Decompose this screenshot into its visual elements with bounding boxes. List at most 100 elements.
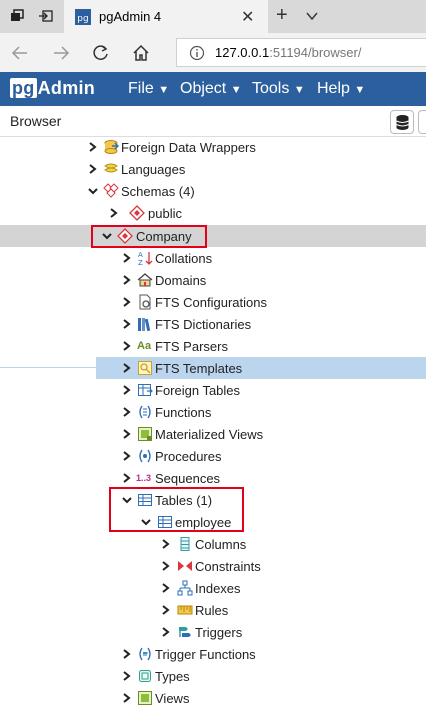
- tree-item-schemas[interactable]: Schemas (4): [0, 180, 426, 202]
- tree-item-constraints[interactable]: Constraints: [0, 555, 426, 577]
- tree-item-rules[interactable]: Rules: [0, 599, 426, 621]
- menu-file[interactable]: File ▼: [128, 80, 169, 98]
- tree-item-label: Views: [155, 691, 190, 706]
- caret-down-icon: ▼: [354, 84, 366, 96]
- tree-item-languages[interactable]: Languages: [0, 158, 426, 180]
- menu-object[interactable]: Object ▼: [180, 80, 242, 98]
- panel-next-button[interactable]: [418, 110, 426, 134]
- chevron-right-icon[interactable]: [121, 448, 133, 464]
- chevron-right-icon[interactable]: [121, 470, 133, 486]
- triggers-icon: [179, 627, 191, 637]
- object-browser-tree: Foreign Data Wrappers Languages Schemas …: [0, 136, 426, 706]
- menu-help-label: Help: [317, 80, 350, 97]
- chevron-right-icon[interactable]: [121, 382, 133, 398]
- schema-icon: [129, 205, 145, 221]
- forward-arrow-icon[interactable]: [51, 43, 71, 63]
- tab-actions-icon[interactable]: [9, 8, 25, 24]
- chevron-right-icon[interactable]: [87, 161, 99, 177]
- chevron-right-icon[interactable]: [160, 536, 172, 552]
- url-field[interactable]: 127.0.0.1:51194/browser/: [176, 38, 426, 67]
- columns-icon: [180, 537, 190, 551]
- tree-item-indexes[interactable]: Indexes: [0, 577, 426, 599]
- chevron-down-icon[interactable]: [87, 183, 99, 199]
- tab-title: pgAdmin 4: [99, 9, 162, 24]
- new-tab-icon[interactable]: +: [276, 4, 288, 27]
- tree-item-trigger-functions[interactable]: Trigger Functions: [0, 643, 426, 665]
- chevron-right-icon[interactable]: [160, 602, 172, 618]
- tree-item-foreign-data-wrappers[interactable]: Foreign Data Wrappers: [0, 136, 426, 158]
- tree-item-label: Trigger Functions: [155, 647, 256, 662]
- chevron-right-icon[interactable]: [121, 404, 133, 420]
- types-icon: [139, 670, 151, 682]
- tree-item-sequences[interactable]: 1..3 Sequences: [0, 467, 426, 489]
- pgadmin-logo[interactable]: pg Admin: [10, 78, 95, 100]
- tree-item-materialized-views[interactable]: Materialized Views: [0, 423, 426, 445]
- chevron-right-icon[interactable]: [121, 250, 133, 266]
- info-icon[interactable]: [189, 45, 205, 61]
- chevron-right-icon[interactable]: [121, 294, 133, 310]
- materialized-views-icon: [138, 427, 152, 441]
- set-tabs-aside-icon[interactable]: [38, 8, 54, 24]
- caret-down-icon: ▼: [293, 84, 305, 96]
- home-icon[interactable]: [131, 43, 151, 63]
- chevron-right-icon[interactable]: [121, 690, 133, 706]
- chevron-right-icon[interactable]: [160, 558, 172, 574]
- menu-object-label: Object: [180, 80, 227, 97]
- tree-item-label: Materialized Views: [155, 427, 264, 442]
- svg-text:pg: pg: [77, 14, 88, 24]
- tree-item-foreign-tables[interactable]: Foreign Tables: [0, 379, 426, 401]
- tree-item-label: Triggers: [195, 625, 243, 640]
- back-arrow-icon[interactable]: [10, 43, 30, 63]
- browser-tab[interactable]: pg pgAdmin 4 ✕: [64, 0, 268, 33]
- tree-item-functions[interactable]: Functions: [0, 401, 426, 423]
- chevron-right-icon[interactable]: [121, 272, 133, 288]
- chevron-right-icon[interactable]: [121, 316, 133, 332]
- tree-item-fts-templates[interactable]: FTS Templates: [0, 357, 426, 379]
- tree-item-public[interactable]: public: [0, 202, 426, 224]
- browser-tab-bar: pg pgAdmin 4 ✕ +: [0, 0, 426, 33]
- chevron-right-icon[interactable]: [160, 580, 172, 596]
- tree-item-label: Sequences: [155, 471, 221, 486]
- chevron-right-icon[interactable]: [121, 338, 133, 354]
- tree-item-columns[interactable]: Columns: [0, 533, 426, 555]
- tree-item-domains[interactable]: Domains: [0, 269, 426, 291]
- chevron-right-icon[interactable]: [121, 360, 133, 376]
- logo-admin: Admin: [37, 78, 96, 98]
- tree-item-label: Schemas (4): [121, 184, 195, 199]
- tree-item-label: Foreign Tables: [155, 383, 241, 398]
- address-bar: 127.0.0.1:51194/browser/: [0, 33, 426, 72]
- menu-help[interactable]: Help ▼: [317, 80, 365, 98]
- tree-item-fts-dictionaries[interactable]: FTS Dictionaries: [0, 313, 426, 335]
- tree-item-types[interactable]: Types: [0, 665, 426, 687]
- chevron-right-icon[interactable]: [121, 646, 133, 662]
- tree-item-label: Types: [155, 669, 190, 684]
- tree-item-label: Procedures: [155, 449, 222, 464]
- menu-file-label: File: [128, 80, 154, 97]
- chevron-right-icon[interactable]: [87, 139, 99, 155]
- menu-tools[interactable]: Tools ▼: [252, 80, 305, 98]
- query-tool-button[interactable]: [390, 110, 414, 134]
- tree-item-triggers[interactable]: Triggers: [0, 621, 426, 643]
- chevron-right-icon[interactable]: [108, 205, 120, 221]
- panel-title: Browser: [10, 113, 62, 129]
- tree-item-label: FTS Configurations: [155, 295, 267, 310]
- close-tab-icon[interactable]: ✕: [241, 7, 254, 27]
- schemas-icon: [103, 183, 119, 198]
- fts-dictionaries-icon: [138, 318, 151, 332]
- tree-item-collations[interactable]: AZ Collations: [0, 247, 426, 269]
- tree-item-company[interactable]: Company: [0, 225, 426, 247]
- chevron-right-icon[interactable]: [121, 668, 133, 684]
- tree-item-fts-parsers[interactable]: Aa FTS Parsers: [0, 335, 426, 357]
- chevron-right-icon[interactable]: [160, 624, 172, 640]
- tree-item-label: Collations: [155, 251, 213, 266]
- tree-item-fts-configurations[interactable]: FTS Configurations: [0, 291, 426, 313]
- tree-item-label: Domains: [155, 273, 207, 288]
- chevron-down-icon[interactable]: [305, 9, 319, 23]
- chevron-right-icon[interactable]: [121, 426, 133, 442]
- fts-parsers-icon: Aa: [137, 340, 152, 352]
- tree-item-procedures[interactable]: Procedures: [0, 445, 426, 467]
- refresh-icon[interactable]: [91, 43, 111, 63]
- rules-icon: [177, 605, 193, 615]
- tree-item-label: public: [148, 206, 182, 221]
- indexes-icon: [177, 580, 193, 596]
